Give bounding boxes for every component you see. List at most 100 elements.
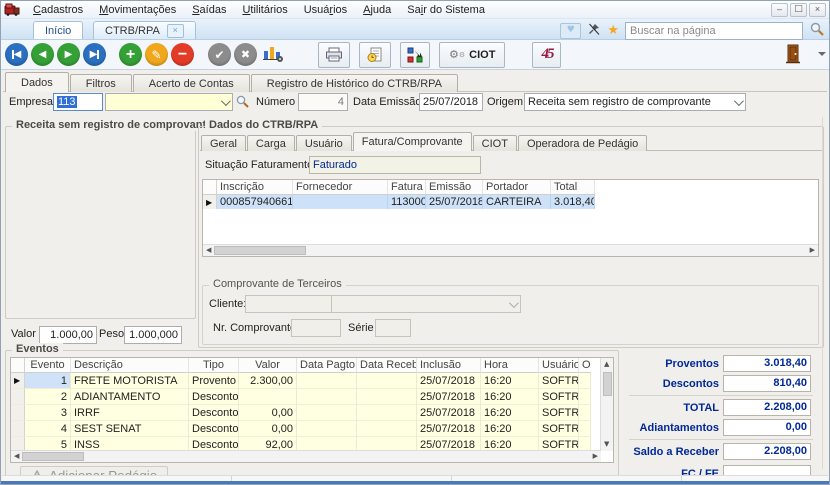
cell-evento: 4 [25,421,71,437]
valor-field[interactable]: 1.000,00 [39,326,97,344]
column-header[interactable]: Tipo [189,358,239,373]
search-input[interactable] [625,22,803,40]
tab-ciot-inner[interactable]: CIOT [473,135,517,151]
first-record-button[interactable]: ◀ [5,43,28,66]
eventos-grid-hscrollbar[interactable]: ◀ ▶ [11,450,601,462]
scroll-thumb[interactable] [603,372,612,396]
tab-geral[interactable]: Geral [201,135,246,151]
cancel-button[interactable]: ✖ [234,43,257,66]
column-header[interactable]: Fornecedor [293,180,388,195]
tab-fatura-comprovante[interactable]: Fatura/Comprovante [353,132,472,151]
exit-door-icon[interactable] [785,44,801,67]
chart-gear-icon[interactable] [262,43,284,66]
cell-usuario: SOFTRAN [539,373,579,389]
column-header[interactable]: Inclusão [417,358,481,373]
close-button[interactable]: × [809,3,826,17]
column-header[interactable]: Descrição [71,358,189,373]
cell-tipo: Desconto [189,405,239,421]
menu-usuarios[interactable]: Usuários [296,3,355,17]
column-header[interactable]: Fatura [388,180,426,195]
last-record-button[interactable]: ▶ [83,43,106,66]
tab-registro-historico[interactable]: Registro de Histórico do CTRB/RPA [251,74,458,92]
column-header[interactable]: Evento [25,358,71,373]
favorites-star-icon[interactable]: ★ [607,24,619,37]
search-icon[interactable] [809,21,825,40]
delete-record-button[interactable]: − [171,43,194,66]
favorites-heart-icon[interactable]: ♥ [560,23,581,39]
column-header[interactable]: Hora [481,358,539,373]
scroll-right-icon[interactable]: ▶ [810,247,815,254]
cliente-combo[interactable] [331,295,521,313]
column-header[interactable]: Data Pagto [297,358,357,373]
empresa-search-icon[interactable] [235,94,250,112]
menu-ajuda[interactable]: Ajuda [355,3,399,17]
restore-button[interactable]: □ [790,3,807,17]
eventos-row[interactable]: 2 ADIANTAMENTO Desconto 25/07/2018 16:20… [11,389,613,405]
tab-dados[interactable]: Dados [5,72,69,92]
menu-movimentacoes[interactable]: Movimentações [91,3,184,17]
empresa-combo[interactable] [105,93,233,111]
tab-filtros[interactable]: Filtros [70,74,132,92]
print-button[interactable] [318,42,350,68]
peso-field[interactable]: 1.000,000 [124,326,182,344]
empresa-code-input[interactable]: 113 [53,93,103,111]
saldo-a-receber-field: 2.208,00 [723,443,811,460]
toolbar-overflow-icon[interactable] [818,52,826,56]
workflow-button[interactable] [400,42,430,68]
cliente-code-field[interactable] [245,295,333,313]
tab-usuario[interactable]: Usuário [296,135,352,151]
logo-45-button[interactable]: 45 [532,42,561,68]
cell-total: 3.018,40 [551,195,595,209]
column-header[interactable]: Usuário [539,358,579,373]
column-header[interactable]: O [579,358,591,373]
confirm-button[interactable]: ✔ [208,43,231,66]
eventos-row[interactable]: 4 SEST SENAT Desconto 0,00 25/07/2018 16… [11,421,613,437]
summary-divider [629,439,813,440]
fatura-grid-hscrollbar[interactable]: ◀ ▶ [203,244,818,256]
minimize-button[interactable]: – [771,3,788,17]
tab-inicio[interactable]: Início [33,21,83,39]
ciot-button[interactable]: ⚙⚙ CIOT [439,42,505,68]
serie-field[interactable] [375,319,411,337]
tab-close-icon[interactable]: × [167,24,184,38]
pin-icon[interactable] [587,22,601,39]
cell-evento: 2 [25,389,71,405]
page-tabs: Dados Filtros Acerto de Contas Registro … [5,72,459,92]
data-emissao-field[interactable]: 25/07/2018 [419,93,483,111]
origem-combo[interactable]: Receita sem registro de comprovante [524,93,746,111]
tab-ctrb-rpa[interactable]: CTRB/RPA × [93,21,196,39]
scroll-left-icon[interactable]: ◀ [14,453,19,460]
scroll-up-icon[interactable]: ▲ [604,361,609,368]
column-header[interactable]: Valor [239,358,297,373]
eventos-row[interactable]: ▶ 1 FRETE MOTORISTA Provento 2.300,00 25… [11,373,613,389]
tab-operadora-pedagio[interactable]: Operadora de Pedágio [518,135,647,151]
column-header[interactable]: Total [551,180,595,195]
menu-utilitarios[interactable]: Utilitários [234,3,295,17]
eventos-grid-vscrollbar[interactable]: ▲ ▼ [600,358,613,451]
add-record-button[interactable]: + [119,43,142,66]
previous-record-button[interactable]: ◀ [31,43,54,66]
eventos-row[interactable]: 3 IRRF Desconto 0,00 25/07/2018 16:20 SO… [11,405,613,421]
nr-comprovante-field[interactable] [291,319,341,337]
scroll-thumb[interactable] [214,246,306,255]
next-record-button[interactable]: ▶ [57,43,80,66]
scroll-left-icon[interactable]: ◀ [206,247,211,254]
edit-record-button[interactable]: ✎ [145,43,168,66]
cell-hora: 16:20 [481,421,539,437]
numero-field[interactable]: 4 [298,93,348,111]
tab-carga[interactable]: Carga [247,135,295,151]
tab-acerto-de-contas[interactable]: Acerto de Contas [133,74,250,92]
menu-saidas[interactable]: Saídas [184,3,234,17]
report-schedule-button[interactable] [359,42,391,68]
scroll-down-icon[interactable]: ▼ [604,441,609,448]
column-header[interactable]: Emissão [426,180,483,195]
scroll-thumb[interactable] [22,452,84,461]
fatura-grid-row[interactable]: ▶ 00085794066172 113000004 25/07/2018 CA… [203,195,818,209]
menu-cadastros[interactable]: Cadastros [25,3,91,17]
column-header[interactable]: Inscrição [217,180,293,195]
cell-data-receb [357,373,417,389]
column-header[interactable]: Portador [483,180,551,195]
menu-sair[interactable]: Sair do Sistema [399,3,493,17]
scroll-right-icon[interactable]: ▶ [593,453,598,460]
column-header[interactable]: Data Receb. [357,358,417,373]
